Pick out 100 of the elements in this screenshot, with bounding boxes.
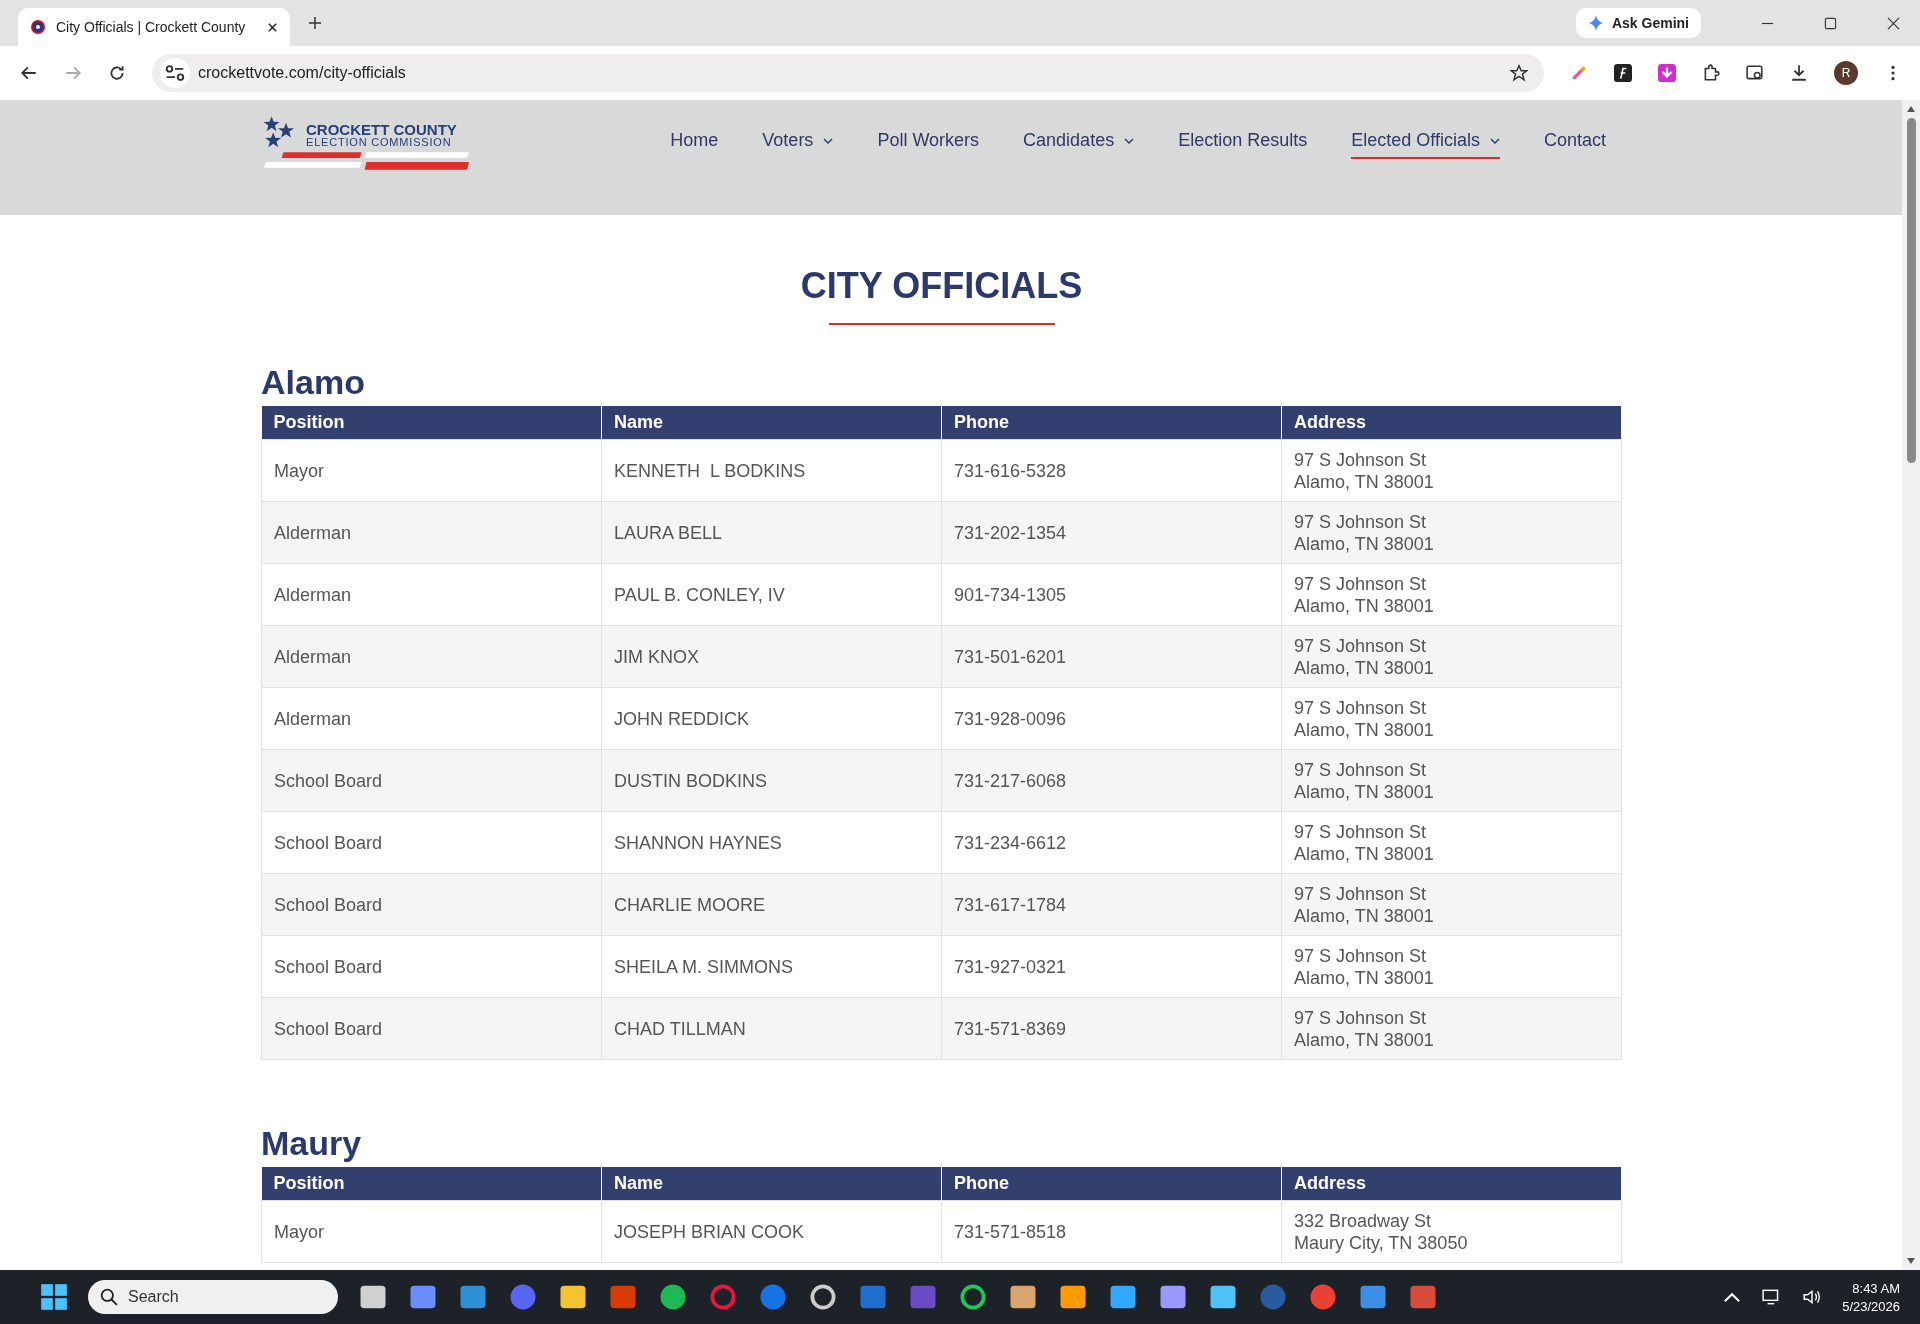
table-cell: Mayor [261,1200,602,1263]
table-cell: Alderman [261,687,602,750]
table-cell: PAUL B. CONLEY, IV [601,563,942,626]
eyedropper-icon[interactable] [1570,64,1588,82]
table-cell: 731-202-1354 [941,501,1282,564]
table-cell: Alderman [261,501,602,564]
logo-subtitle: ELECTION COMMISSION [306,137,453,148]
table-cell: 731-217-6068 [941,749,1282,812]
nav-link[interactable]: Contact [1543,124,1606,159]
scrollbar[interactable] [1902,100,1920,1270]
star-icon[interactable] [1510,64,1528,82]
column-header: Phone [941,406,1282,440]
reload-icon[interactable] [108,64,126,82]
extensions-icon[interactable] [1702,64,1720,82]
table-cell: School Board [261,749,602,812]
column-header: Position [261,406,602,440]
taskbar-search-field[interactable]: Search [88,1280,338,1314]
table-cell: 97 S Johnson St Alamo, TN 38001 [1281,501,1622,564]
table-cell: 731-617-1784 [941,873,1282,936]
table-cell: 97 S Johnson St Alamo, TN 38001 [1281,687,1622,750]
volume-icon[interactable] [1802,1288,1823,1306]
clock-date[interactable]: 5/23/2026 [1842,1298,1900,1314]
site-logo[interactable]: CROCKETT COUNTY ELECTION COMMISSION [262,114,467,174]
table-cell: 97 S Johnson St Alamo, TN 38001 [1281,873,1622,936]
search-icon [100,1288,118,1306]
table-cell: School Board [261,935,602,998]
table-cell: KENNETH L BODKINS [601,439,942,502]
table-cell: JOSEPH BRIAN COOK [601,1200,942,1263]
sparkle-icon [1587,15,1604,31]
start-icon[interactable] [40,1283,68,1311]
table-cell: 332 Broadway St Maury City, TN 38050 [1281,1200,1622,1263]
chevron-down-icon[interactable] [1489,137,1500,144]
table-cell: 97 S Johnson St Alamo, TN 38001 [1281,625,1622,688]
chrome-icon[interactable] [1308,1282,1338,1312]
table-cell: Alderman [261,625,602,688]
font-icon[interactable] [1614,64,1632,82]
table-cell: 731-501-6201 [941,625,1282,688]
logo-title: CROCKETT COUNTY [306,122,457,137]
column-header: Address [1281,1167,1622,1201]
table-cell: 97 S Johnson St Alamo, TN 38001 [1281,563,1622,626]
table-cell: School Board [261,873,602,936]
city-heading: Alamo [261,363,366,402]
table-cell: SHANNON HAYNES [601,811,942,874]
close-icon[interactable] [267,21,278,33]
nav-link[interactable]: Election Results [1178,124,1308,159]
back-icon[interactable] [20,64,38,82]
new-tab-icon[interactable] [308,16,322,30]
table-cell: Mayor [261,439,602,502]
table-cell: JIM KNOX [601,625,942,688]
chat-app-icon[interactable] [508,1282,538,1312]
column-header: Name [601,1167,942,1201]
column-header: Position [261,1167,602,1201]
table-cell: Alderman [261,563,602,626]
nav-link[interactable]: Voters [762,124,834,159]
ask-gemini-button[interactable]: Ask Gemini [1575,8,1701,38]
table-cell: JOHN REDDICK [601,687,942,750]
table-cell: 97 S Johnson St Alamo, TN 38001 [1281,439,1622,502]
table-cell: School Board [261,997,602,1060]
table-cell: 97 S Johnson St Alamo, TN 38001 [1281,997,1622,1060]
table-cell: 731-234-6612 [941,811,1282,874]
table-cell: DUSTIN BODKINS [601,749,942,812]
table-cell: LAURA BELL [601,501,942,564]
music-app-icon[interactable] [658,1282,688,1312]
table-cell: 97 S Johnson St Alamo, TN 38001 [1281,935,1622,998]
scrollbar-thumb[interactable] [1906,118,1916,463]
nav-link[interactable]: Poll Workers [877,124,980,159]
table-cell: CHAD TILLMAN [601,997,942,1060]
maximize-icon[interactable] [1824,16,1837,30]
table-cell: 731-571-8369 [941,997,1282,1060]
record-app-icon[interactable] [808,1282,838,1312]
search-tab-icon[interactable] [1746,64,1764,82]
table-cell: 731-928-0096 [941,687,1282,750]
page-title: CITY OFFICIALS [799,265,1084,307]
scroll-up-icon[interactable] [1906,105,1916,113]
chevron-down-icon[interactable] [823,137,834,144]
tab-title: City Officials | Crockett County [56,19,247,35]
seal-icon [30,19,46,35]
close-icon[interactable] [1887,16,1900,30]
table-cell: 97 S Johnson St Alamo, TN 38001 [1281,749,1622,812]
city-heading: Maury [261,1124,363,1163]
nav-link[interactable]: Candidates [1023,124,1135,159]
column-header: Name [601,406,942,440]
column-header: Address [1281,406,1622,440]
table-cell: 901-734-1305 [941,563,1282,626]
nav-link[interactable]: Elected Officials [1351,124,1500,159]
download-icon[interactable] [1790,64,1808,82]
table-cell: 731-927-0321 [941,935,1282,998]
browser-tab[interactable]: City Officials | Crockett County [18,8,290,46]
table-cell: School Board [261,811,602,874]
chevron-down-icon[interactable] [1124,137,1135,144]
profile-avatar[interactable]: R [1834,61,1858,85]
table-cell: 731-571-8518 [941,1200,1282,1263]
scroll-down-icon[interactable] [1906,1257,1916,1265]
table-cell: 97 S Johnson St Alamo, TN 38001 [1281,811,1622,874]
table-cell: CHARLIE MOORE [601,873,942,936]
table-cell: 731-616-5328 [941,439,1282,502]
nav-link[interactable]: Home [670,124,719,159]
address-bar[interactable]: crockettvote.com/city-officials [152,54,1544,92]
clock-time[interactable]: 8:43 AM [1852,1280,1900,1296]
column-header: Phone [941,1167,1282,1201]
